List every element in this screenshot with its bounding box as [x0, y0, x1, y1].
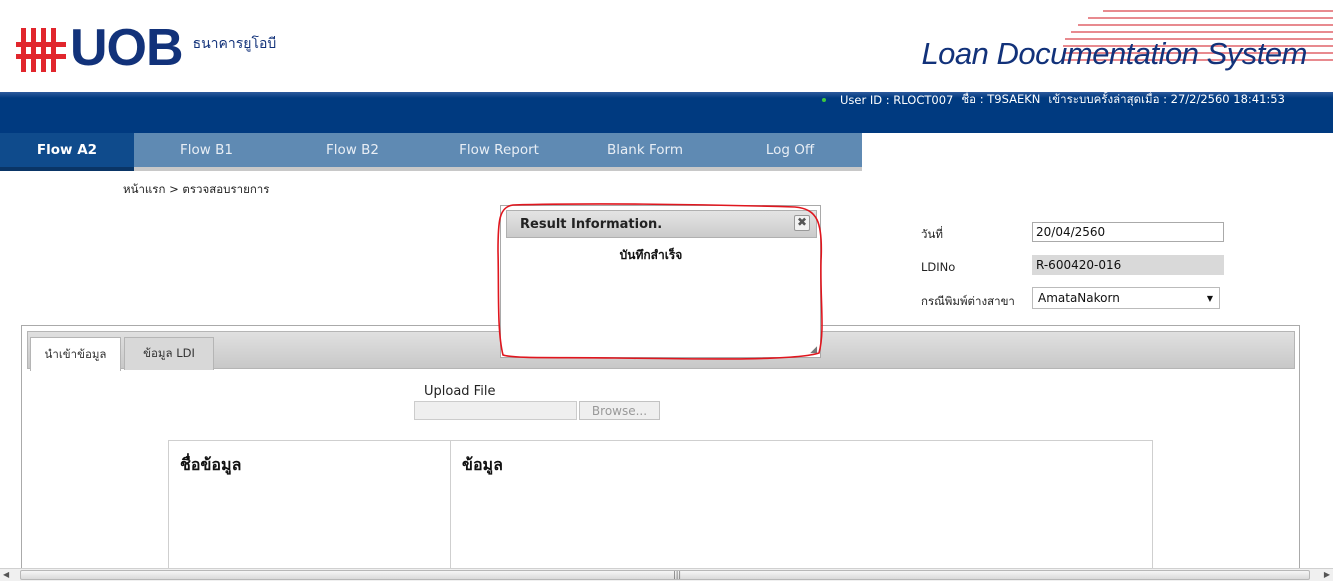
nav-flow-a2[interactable]: Flow A2	[0, 133, 134, 171]
uob-logo: UOB ธนาคารยูโอบี	[16, 22, 276, 74]
ldino-field: R-600420-016	[1032, 255, 1224, 275]
horizontal-scrollbar[interactable]: ◀ ||| ▶	[0, 568, 1333, 581]
upload-label: Upload File	[424, 384, 496, 399]
result-dialog: Result Information. ✖ บันทึกสำเร็จ ◢	[500, 205, 821, 358]
ldino-label: LDINo	[921, 260, 956, 274]
scroll-thumb[interactable]: |||	[20, 570, 1310, 580]
user-bar: User ID : RLOCT007 ชื่อ : T9SAEKN เข้าระ…	[0, 92, 1333, 133]
resize-handle-icon[interactable]: ◢	[810, 345, 817, 355]
nav-flow-b2[interactable]: Flow B2	[279, 133, 426, 167]
uob-mark-icon	[16, 24, 66, 72]
dialog-title-bar: Result Information. ✖	[506, 210, 817, 238]
branch-select-value: AmataNakorn	[1038, 291, 1120, 305]
close-icon[interactable]: ✖	[794, 215, 810, 231]
page: UOB ธนาคารยูโอบี Loan Documentation Syst…	[0, 0, 1333, 581]
user-id: User ID : RLOCT007	[840, 93, 954, 107]
scroll-left-icon[interactable]: ◀	[3, 569, 9, 581]
logo-text: UOB	[70, 19, 184, 77]
date-label: วันที่	[921, 227, 943, 241]
main-nav: Flow A2 Flow B1 Flow B2 Flow Report Blan…	[0, 133, 862, 171]
last-login: เข้าระบบครั้งล่าสุดเมื่อ : 27/2/2560 18:…	[1048, 92, 1285, 106]
column-header-value: ข้อมูล	[462, 455, 503, 474]
data-value-column: ข้อมูล	[451, 441, 1152, 581]
data-name-column: ชื่อข้อมูล	[169, 441, 451, 581]
browse-button[interactable]: Browse...	[579, 401, 660, 420]
nav-log-off[interactable]: Log Off	[718, 133, 862, 167]
user-name: ชื่อ : T9SAEKN	[961, 92, 1041, 106]
breadcrumb: หน้าแรก > ตรวจสอบรายการ	[123, 182, 270, 196]
status-dot-icon	[822, 98, 826, 102]
date-field[interactable]: 20/04/2560	[1032, 222, 1224, 242]
chevron-down-icon: ▼	[1206, 294, 1213, 303]
logo-thai-text: ธนาคารยูโอบี	[192, 36, 277, 52]
tab-ldi-data[interactable]: ข้อมูล LDI	[124, 337, 214, 370]
nav-flow-report[interactable]: Flow Report	[426, 133, 572, 167]
app-title: Loan Documentation System	[921, 36, 1307, 71]
data-table: ชื่อข้อมูล ข้อมูล	[168, 440, 1153, 581]
header: UOB ธนาคารยูโอบี Loan Documentation Syst…	[0, 0, 1333, 92]
upload-file-input[interactable]	[414, 401, 577, 420]
nav-flow-b1[interactable]: Flow B1	[134, 133, 279, 167]
branch-select[interactable]: AmataNakorn ▼	[1032, 287, 1220, 309]
branch-label: กรณีพิมพ์ต่างสาขา	[921, 294, 1015, 308]
column-header-name: ชื่อข้อมูล	[180, 455, 242, 474]
dialog-title: Result Information.	[520, 217, 663, 232]
scroll-right-icon[interactable]: ▶	[1324, 569, 1330, 581]
dialog-message: บันทึกสำเร็จ	[619, 248, 683, 262]
user-info: User ID : RLOCT007 ชื่อ : T9SAEKN เข้าระ…	[822, 92, 1293, 108]
grip-icon: |||	[673, 570, 682, 579]
tab-import-data[interactable]: นำเข้าข้อมูล	[30, 337, 121, 371]
nav-blank-form[interactable]: Blank Form	[572, 133, 718, 167]
